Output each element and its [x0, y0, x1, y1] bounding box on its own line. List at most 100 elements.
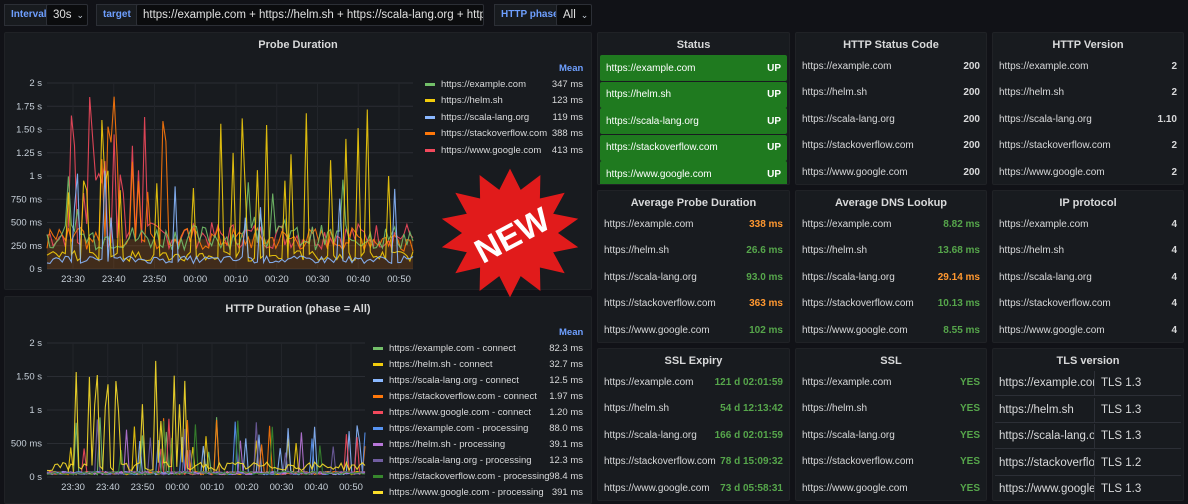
row-target: https://stackoverflow.com [999, 140, 1111, 151]
legend-swatch [425, 82, 435, 86]
list-item: https://example.com 338 ms [598, 211, 789, 237]
legend-mean: 388 ms [551, 128, 583, 139]
list-item: https://helm.sh 2 [993, 80, 1183, 106]
y-tick-label: 1.25 s [16, 148, 42, 159]
row-value: 10.13 ms [937, 298, 980, 309]
list-item: https://www.google.com 73 d 05:58:31 [598, 475, 789, 500]
legend-item[interactable]: https://scala-lang.org 119 ms [425, 109, 583, 125]
list-item: https://stackoverflow.com 2 [993, 133, 1183, 159]
interval-value: 30s [53, 9, 72, 21]
row-value: 2 [1171, 166, 1177, 178]
legend-item[interactable]: https://stackoverflow.com - processing 98… [373, 469, 583, 485]
legend-label: https://helm.sh [441, 95, 503, 106]
http-phase-select[interactable]: All ⌄ [556, 4, 592, 26]
legend-item[interactable]: https://helm.sh - connect 32.7 ms [373, 356, 583, 372]
target-select[interactable]: https://example.com + https://helm.sh + … [136, 4, 484, 26]
legend-mean: 98.4 ms [549, 471, 583, 483]
legend-item[interactable]: https://stackoverflow.com - connect 1.97 … [373, 388, 583, 404]
x-tick-label: 23:50 [143, 274, 167, 285]
list-item: https://example.com YES [796, 369, 986, 395]
row-value: 200 [963, 140, 980, 151]
row-value: 166 d 02:01:59 [714, 429, 783, 441]
list-item: https://example.com 4 [993, 211, 1183, 237]
legend-item[interactable]: https://www.google.com - connect 1.20 ms [373, 404, 583, 420]
panel-title: SSL Expiry [664, 355, 723, 367]
legend-mean: 12.5 ms [549, 374, 583, 386]
legend-item[interactable]: https://example.com 347 ms [425, 76, 583, 92]
row-value: 121 d 02:01:59 [714, 376, 783, 388]
y-tick-label: 1.75 s [16, 101, 42, 112]
row-target: https://example.com [802, 376, 892, 388]
x-tick-label: 00:00 [183, 274, 207, 285]
row-target: https://example.com [606, 62, 696, 74]
row-target: https://example.com [999, 60, 1089, 72]
list-item: https://www.google.com YES [796, 475, 986, 500]
list-item: https://helm.sh 26.6 ms [598, 238, 789, 264]
panel-title: IP protocol [1059, 197, 1117, 209]
row-value: 4 [1171, 298, 1177, 309]
table-row: https://www.google... TLS 1.3 [995, 477, 1181, 500]
x-tick-label: 00:40 [304, 482, 328, 493]
row-target: https://helm.sh [802, 245, 868, 256]
legend-mean-header: Mean [559, 327, 584, 338]
row-value: 4 [1171, 245, 1177, 256]
row-target: https://stackoverflo... [995, 450, 1095, 475]
legend-swatch [425, 148, 435, 152]
row-target: https://example.com [999, 218, 1089, 230]
legend-label: https://example.com [441, 78, 527, 90]
tls-panel: TLS version https://example.com TLS 1.3 htt… [992, 348, 1184, 501]
row-value: 102 ms [749, 324, 783, 336]
x-tick-label: 00:30 [306, 274, 330, 285]
x-tick-label: 23:50 [131, 482, 155, 493]
legend-swatch [373, 491, 383, 495]
row-value: UP [767, 62, 781, 74]
legend-item[interactable]: https://stackoverflow.com 388 ms [425, 126, 583, 142]
y-tick-label: 2 s [29, 338, 42, 349]
legend-item[interactable]: https://example.com - connect 82.3 ms [373, 340, 583, 356]
row-target: https://example.com [802, 218, 892, 230]
x-tick-label: 23:40 [102, 274, 126, 285]
row-target: https://stackoverflow.com [606, 142, 718, 153]
row-value: 2 [1171, 60, 1177, 72]
legend-item[interactable]: https://scala-lang.org - processing 12.3 … [373, 453, 583, 469]
legend-swatch [425, 115, 435, 119]
code-panel: HTTP Status Code https://example.com 200 ht… [795, 32, 987, 185]
list-item: https://scala-lang.org YES [796, 422, 986, 448]
legend-item[interactable]: https://www.google.com 413 ms [425, 142, 583, 158]
legend-label: https://stackoverflow.com - connect [389, 390, 537, 402]
table-row: https://scala-lang.org TLS 1.3 [995, 424, 1181, 449]
panel-title: Average Probe Duration [630, 197, 757, 209]
y-tick-label: 0 s [29, 472, 42, 483]
legend-item[interactable]: https://helm.sh 123 ms [425, 93, 583, 109]
row-value: 200 [963, 60, 980, 72]
row-target: https://scala-lang.org [604, 429, 697, 441]
row-value: YES [959, 429, 980, 441]
legend-item[interactable]: https://www.google.com - processing 391 m… [373, 485, 583, 501]
probe-legend: https://example.com 347 ms https://helm.sh… [425, 76, 583, 161]
http-phase-value: All [563, 9, 576, 21]
row-value: TLS 1.3 [1101, 430, 1142, 442]
row-target: https://stackoverflow.com [802, 456, 914, 467]
row-target: https://scala-lang.org [802, 271, 895, 283]
row-value: TLS 1.3 [1101, 483, 1142, 495]
legend-mean: 1.20 ms [549, 406, 583, 418]
row-target: https://www.google.com [802, 324, 908, 336]
legend-item[interactable]: https://helm.sh - processing 39.1 ms [373, 437, 583, 453]
legend-item[interactable]: https://scala-lang.org - connect 12.5 ms [373, 372, 583, 388]
panel-title: TLS version [1056, 355, 1120, 367]
interval-select[interactable]: 30s ⌄ [46, 4, 88, 26]
row-value: UP [767, 115, 781, 127]
y-tick-label: 0 s [29, 264, 42, 275]
list-item: https://stackoverflow.com 4 [993, 291, 1183, 317]
legend-label: https://scala-lang.org - connect [389, 374, 519, 386]
legend-mean: 39.1 ms [549, 439, 583, 451]
row-value: YES [959, 456, 980, 467]
row-value: 4 [1171, 218, 1177, 230]
legend-item[interactable]: https://example.com - processing 88.0 ms [373, 421, 583, 437]
list-item: https://scala-lang.org UP [600, 108, 787, 134]
row-value: 93.0 ms [746, 271, 783, 283]
row-target: https://example.com [995, 371, 1095, 395]
panel-title: SSL [880, 355, 902, 367]
list-item: https://scala-lang.org 1.10 [993, 106, 1183, 132]
row-value: 4 [1171, 271, 1177, 283]
